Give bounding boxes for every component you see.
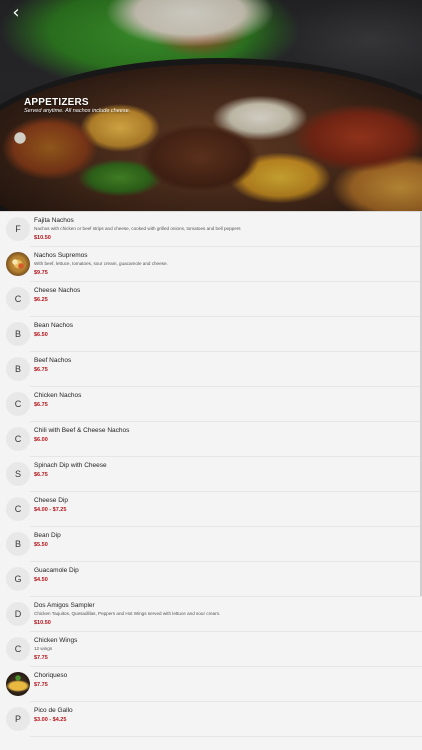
item-price: $10.50 [34,235,51,241]
menu-item[interactable]: C Cheese Nachos $6.25 [0,282,422,317]
menu-item[interactable]: Choriqueso $7.75 [0,667,422,702]
item-initial-avatar: D [6,602,30,626]
menu-item[interactable]: Nachos Supremos With beef, lettuce, toma… [0,247,422,282]
item-initial-avatar: C [6,637,30,661]
item-description: Nachos with chicken or beef strips and c… [34,226,241,231]
item-initial-avatar: C [6,427,30,451]
item-name: Bean Nachos [34,322,74,329]
item-name: Chicken Nachos [34,392,82,399]
item-price: $9.75 [34,270,48,276]
item-price: $10.50 [34,620,51,626]
item-initial-avatar: C [6,497,30,521]
item-name: Nachos Supremos [34,252,88,259]
menu-item[interactable]: D Dos Amigos Sampler Chicken Taquitos, Q… [0,597,422,632]
category-subtitle: Served anytime. All nachos include chees… [24,108,131,114]
item-initial-avatar: C [6,392,30,416]
item-photo-avatar [6,252,30,276]
item-description: 12 wings [34,646,53,651]
item-price: $6.75 [34,367,48,373]
menu-item-list: F Fajita Nachos Nachos with chicken or b… [0,211,422,750]
item-price: $4.50 [34,577,48,583]
item-name: Chicken Wings [34,637,78,644]
category-header-image: ‹ APPETIZERS Served anytime. All nachos … [0,0,422,211]
item-name: Cheese Dip [34,497,68,504]
item-name: Pico de Gallo [34,707,73,714]
item-name: Beef Nachos [34,357,72,364]
item-initial-avatar: B [6,357,30,381]
item-initial-avatar: B [6,532,30,556]
item-description: Chicken Taquitos, Quesadillas, Peppers a… [34,611,221,616]
item-initial-avatar: G [6,567,30,591]
item-initial-avatar: C [6,287,30,311]
item-initial-avatar: F [6,217,30,241]
menu-item[interactable]: B Bean Nachos $6.50 [0,317,422,352]
menu-item[interactable]: S Spinach Dip with Cheese $6.75 [0,457,422,492]
item-name: Guacamole Dip [34,567,79,574]
menu-item[interactable]: B Beef Nachos $6.75 [0,352,422,387]
menu-item[interactable]: C Chicken Nachos $6.75 [0,387,422,422]
item-price: $7.75 [34,655,48,661]
menu-item[interactable]: C Chili with Beef & Cheese Nachos $6.00 [0,422,422,457]
category-title: APPETIZERS [24,97,89,108]
item-name: Fajita Nachos [34,217,74,224]
item-initial-avatar: P [6,707,30,731]
item-photo-avatar [6,672,30,696]
item-name: Cheese Nachos [34,287,81,294]
item-name: Dos Amigos Sampler [34,602,95,609]
item-name: Spinach Dip with Cheese [34,462,107,469]
item-price: $4.00 - $7.25 [34,507,67,513]
chevron-left-icon[interactable]: ‹ [6,4,26,24]
item-price: $6.25 [34,297,48,303]
item-price: $6.00 [34,437,48,443]
item-price: $6.75 [34,472,48,478]
menu-item[interactable]: B Bean Dip $5.50 [0,527,422,562]
item-description: With beef, lettuce, tomatoes, sour cream… [34,261,168,266]
item-price: $6.75 [34,402,48,408]
item-initial-avatar: B [6,322,30,346]
item-price: $7.75 [34,682,48,688]
item-price: $6.50 [34,332,48,338]
menu-item[interactable]: P Pico de Gallo $3.00 - $4.25 [0,702,422,737]
item-name: Chili with Beef & Cheese Nachos [34,427,130,434]
menu-item[interactable]: C Cheese Dip $4.00 - $7.25 [0,492,422,527]
item-name: Choriqueso [34,672,68,679]
menu-item[interactable]: C Chicken Wings 12 wings $7.75 [0,632,422,667]
item-initial-avatar: S [6,462,30,486]
item-price: $3.00 - $4.25 [34,717,67,723]
menu-item[interactable]: F Fajita Nachos Nachos with chicken or b… [0,212,422,247]
item-name: Bean Dip [34,532,61,539]
item-price: $5.50 [34,542,48,548]
menu-item[interactable]: G Guacamole Dip $4.50 [0,562,422,597]
